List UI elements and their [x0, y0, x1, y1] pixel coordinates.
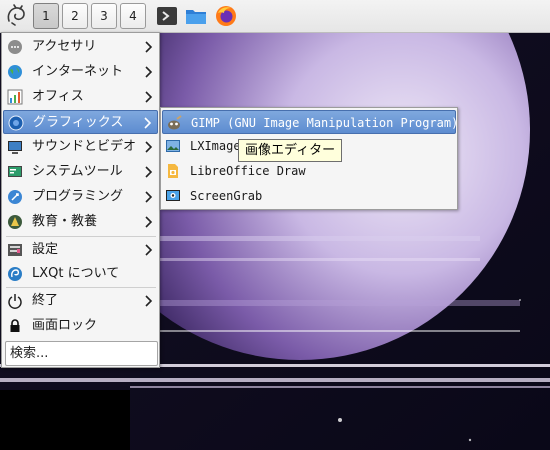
- menu-item-settings[interactable]: 設定: [3, 238, 158, 262]
- lxqt-about-icon: [8, 267, 22, 281]
- internet-globe-icon: [8, 65, 22, 79]
- menu-item-label: インターネット: [32, 64, 124, 79]
- accessories-icon: [8, 40, 22, 54]
- menu-item-label: アクセサリ: [32, 39, 97, 54]
- top-panel: 1 2 3 4: [0, 0, 550, 33]
- menu-item-system-tools[interactable]: システムツール: [3, 160, 158, 184]
- desktop-4-button[interactable]: 4: [120, 3, 146, 29]
- main-menu-button[interactable]: [3, 3, 29, 29]
- graphics-icon: [8, 115, 24, 131]
- power-icon: [8, 294, 22, 309]
- screengrab-icon: [166, 190, 180, 201]
- menu-item-accessories[interactable]: アクセサリ: [3, 35, 158, 59]
- menu-item-label: 終了: [32, 293, 59, 308]
- lxqt-logo-icon: [7, 4, 25, 26]
- libreoffice-draw-icon: [168, 164, 178, 178]
- office-icon: [7, 89, 23, 105]
- menu-item-internet[interactable]: インターネット: [3, 60, 158, 84]
- education-icon: [8, 215, 22, 229]
- chevron-right-icon: [145, 141, 153, 153]
- terminal-icon[interactable]: [156, 5, 178, 27]
- chevron-right-icon: [145, 66, 153, 78]
- file-manager-icon[interactable]: [185, 5, 207, 27]
- chevron-right-icon: [145, 216, 153, 228]
- chevron-right-icon: [145, 91, 153, 103]
- programming-icon: [8, 190, 22, 204]
- tooltip: 画像エディター: [238, 139, 343, 162]
- image-viewer-icon: [166, 140, 180, 152]
- submenu-item-gimp[interactable]: GIMP (GNU Image Manipulation Program): [162, 110, 459, 134]
- chevron-right-icon: [145, 295, 153, 307]
- menu-search-input[interactable]: 検索...: [5, 341, 158, 366]
- application-menu: アクセサリ インターネット オフィス グラフィックス サウンドとビデオ システム…: [1, 32, 160, 368]
- chevron-right-icon: [145, 191, 153, 203]
- menu-item-label: システムツール: [32, 164, 123, 179]
- firefox-icon[interactable]: [215, 5, 237, 27]
- menu-item-label: 設定: [32, 242, 59, 257]
- submenu-item-libreoffice-draw[interactable]: LibreOffice Draw: [162, 159, 456, 183]
- desktop-1-button[interactable]: 1: [33, 3, 59, 29]
- system-tools-icon: [8, 166, 22, 177]
- menu-item-label: グラフィックス: [33, 115, 124, 130]
- gimp-icon: [168, 115, 182, 130]
- chevron-right-icon: [144, 117, 152, 129]
- menu-item-label: LXQt について: [32, 266, 120, 281]
- menu-item-label: 画面ロック: [32, 318, 98, 333]
- menu-item-label: サウンドとビデオ: [32, 139, 137, 154]
- submenu-item-label: LXImage: [190, 139, 241, 153]
- menu-separator: [6, 236, 156, 237]
- menu-item-sound-video[interactable]: サウンドとビデオ: [3, 135, 158, 159]
- settings-icon: [8, 244, 22, 256]
- submenu-item-label: LibreOffice Draw: [190, 164, 306, 178]
- desktop-2-button[interactable]: 2: [62, 3, 88, 29]
- menu-item-label: プログラミング: [32, 189, 124, 204]
- multimedia-icon: [8, 141, 22, 154]
- chevron-right-icon: [145, 41, 153, 53]
- menu-item-about-lxqt[interactable]: LXQt について: [3, 262, 158, 286]
- menu-item-programming[interactable]: プログラミング: [3, 185, 158, 209]
- menu-item-education[interactable]: 教育・教養: [3, 210, 158, 234]
- submenu-item-screengrab[interactable]: ScreenGrab: [162, 184, 456, 208]
- submenu-item-label: GIMP (GNU Image Manipulation Program): [191, 116, 459, 130]
- menu-item-shutdown[interactable]: 終了: [3, 289, 158, 313]
- menu-item-graphics[interactable]: グラフィックス: [3, 110, 158, 134]
- desktop-3-button[interactable]: 3: [91, 3, 117, 29]
- lock-icon: [10, 319, 20, 332]
- menu-separator: [6, 287, 156, 288]
- chevron-right-icon: [145, 244, 153, 256]
- submenu-item-label: ScreenGrab: [190, 189, 263, 203]
- menu-item-lock-screen[interactable]: 画面ロック: [3, 314, 158, 338]
- menu-item-label: 教育・教養: [32, 214, 98, 229]
- menu-item-office[interactable]: オフィス: [3, 85, 158, 109]
- chevron-right-icon: [145, 166, 153, 178]
- menu-item-label: オフィス: [32, 89, 84, 104]
